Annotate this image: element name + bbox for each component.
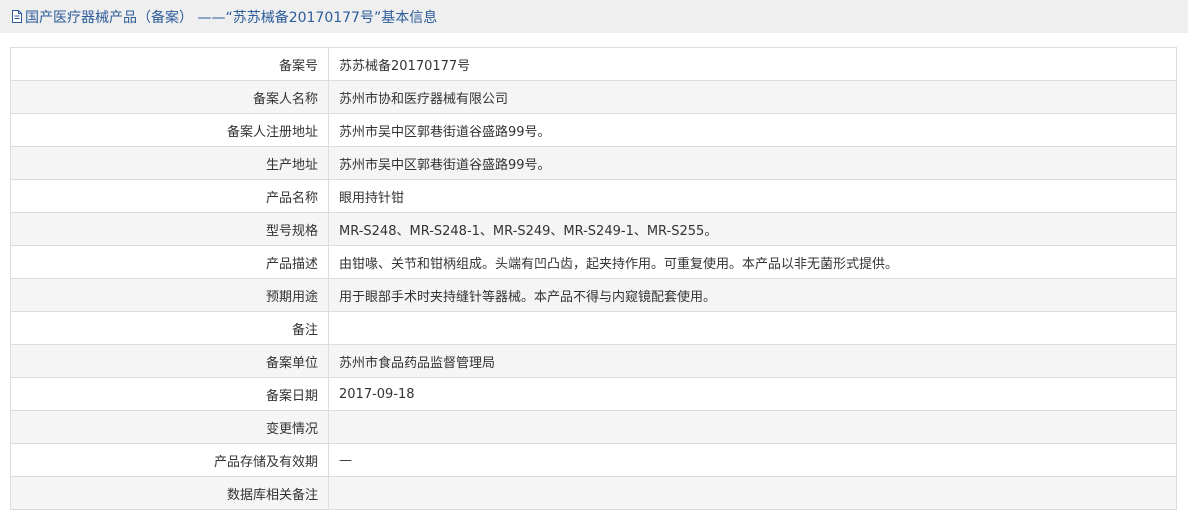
row-value: MR-S248、MR-S248-1、MR-S249、MR-S249-1、MR-S… [328, 212, 1177, 246]
row-value [328, 476, 1177, 510]
row-value: 苏州市吴中区郭巷街道谷盛路99号。 [328, 146, 1177, 180]
row-label: 生产地址 [10, 146, 329, 180]
row-label: 备案人名称 [10, 80, 329, 114]
row-label: 备案号 [10, 47, 329, 81]
row-label: 产品存储及有效期 [10, 443, 329, 477]
row-value [328, 311, 1177, 345]
row-value: 2017-09-18 [328, 377, 1177, 411]
row-value: 由钳喙、关节和钳柄组成。头端有凹凸齿，起夹持作用。可重复使用。本产品以非无菌形式… [328, 245, 1177, 279]
row-label: 备注 [10, 311, 329, 345]
row-value: 苏州市吴中区郭巷街道谷盛路99号。 [328, 113, 1177, 147]
row-value: 眼用持针钳 [328, 179, 1177, 213]
table-row: 备案单位 苏州市食品药品监督管理局 [10, 344, 1177, 378]
table-row: 变更情况 [10, 410, 1177, 444]
table-row: 备注 [10, 311, 1177, 345]
table-row: 产品描述 由钳喙、关节和钳柄组成。头端有凹凸齿，起夹持作用。可重复使用。本产品以… [10, 245, 1177, 279]
row-label: 产品描述 [10, 245, 329, 279]
row-label: 备案人注册地址 [10, 113, 329, 147]
table-row: 备案号 苏苏械备20170177号 [10, 47, 1177, 81]
row-label: 数据库相关备注 [10, 476, 329, 510]
row-value: 苏苏械备20170177号 [328, 47, 1177, 81]
table-row: 产品名称 眼用持针钳 [10, 179, 1177, 213]
table-row: 产品存储及有效期 — [10, 443, 1177, 477]
table-row: 备案人名称 苏州市协和医疗器械有限公司 [10, 80, 1177, 114]
row-label: 预期用途 [10, 278, 329, 312]
row-label: 变更情况 [10, 410, 329, 444]
table-row: 备案日期 2017-09-18 [10, 377, 1177, 411]
table-row: 备案人注册地址 苏州市吴中区郭巷街道谷盛路99号。 [10, 113, 1177, 147]
table-row: 数据库相关备注 [10, 476, 1177, 510]
page-title: 国产医疗器械产品（备案） ——“苏苏械备20170177号”基本信息 [25, 9, 438, 26]
row-value [328, 410, 1177, 444]
table-row: 生产地址 苏州市吴中区郭巷街道谷盛路99号。 [10, 146, 1177, 180]
row-value: 苏州市协和医疗器械有限公司 [328, 80, 1177, 114]
document-icon [12, 10, 22, 23]
row-label: 型号规格 [10, 212, 329, 246]
page-header: 国产医疗器械产品（备案） ——“苏苏械备20170177号”基本信息 [0, 0, 1188, 33]
table-row: 预期用途 用于眼部手术时夹持缝针等器械。本产品不得与内窥镜配套使用。 [10, 278, 1177, 312]
row-label: 产品名称 [10, 179, 329, 213]
row-value: — [328, 443, 1177, 477]
row-value: 苏州市食品药品监督管理局 [328, 344, 1177, 378]
table-row: 型号规格 MR-S248、MR-S248-1、MR-S249、MR-S249-1… [10, 212, 1177, 246]
row-label: 备案日期 [10, 377, 329, 411]
row-label: 备案单位 [10, 344, 329, 378]
record-info-table: 备案号 苏苏械备20170177号 备案人名称 苏州市协和医疗器械有限公司 备案… [10, 47, 1177, 510]
row-value: 用于眼部手术时夹持缝针等器械。本产品不得与内窥镜配套使用。 [328, 278, 1177, 312]
